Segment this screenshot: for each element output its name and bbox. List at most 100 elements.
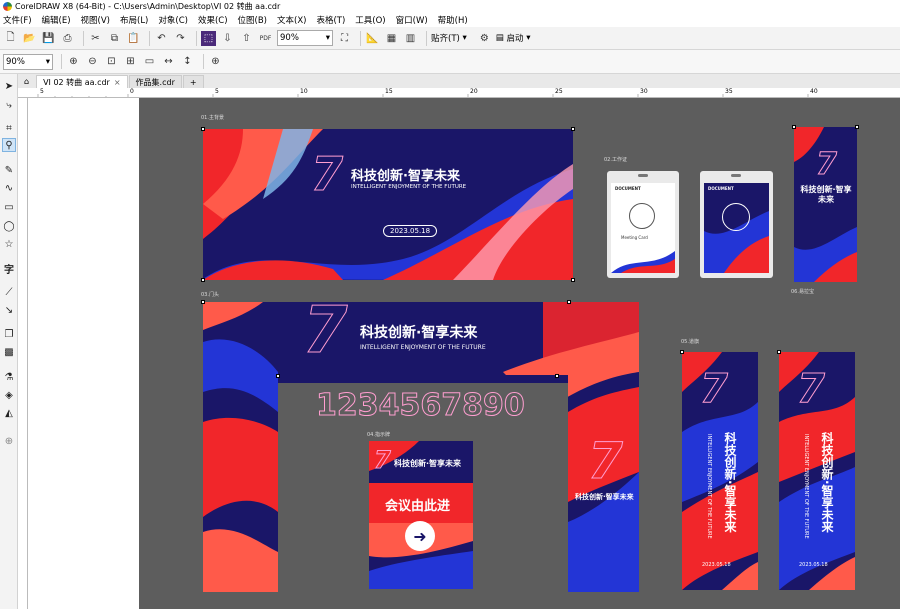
selection-handle[interactable] — [680, 350, 684, 354]
zoom-combo[interactable]: 90% ▾ — [3, 53, 53, 70]
publish-pdf-icon[interactable]: PDF — [258, 31, 273, 46]
add-icon[interactable]: ⊕ — [208, 54, 223, 69]
chevron-down-icon: ▾ — [459, 33, 467, 43]
artistic-media-icon[interactable]: ∿ — [2, 181, 16, 195]
selection-handle[interactable] — [571, 278, 575, 282]
selection-handle[interactable] — [201, 300, 205, 304]
rectangle-tool-icon[interactable]: ▭ — [2, 200, 16, 214]
add-tool-icon[interactable]: ⊕ — [2, 434, 16, 448]
search-content-icon[interactable]: ⬚ — [201, 30, 216, 46]
zoom-out-icon[interactable]: ⊖ — [85, 54, 100, 69]
headline-vertical: 科技创新·智享未来 — [820, 432, 834, 533]
shape-tool-icon[interactable]: ⤷ — [2, 98, 16, 112]
transparency-icon[interactable]: ▩ — [2, 345, 16, 359]
menu-view[interactable]: 视图(V) — [81, 14, 110, 26]
save-icon[interactable]: 💾 — [41, 31, 56, 46]
menu-help[interactable]: 帮助(H) — [438, 14, 468, 26]
artboard-roll-up[interactable]: 7 科技创新·智享未来 — [794, 127, 857, 282]
artboard-main-background[interactable]: 7 科技创新·智享未来 INTELLIGENT ENJOYMENT OF THE… — [203, 129, 573, 280]
selection-handle[interactable] — [201, 278, 205, 282]
home-icon[interactable]: ⌂ — [18, 75, 35, 88]
menu-window[interactable]: 窗口(W) — [396, 14, 428, 26]
crop-tool-icon[interactable]: ⌗ — [2, 121, 16, 135]
zoom-width-icon[interactable]: ↔ — [161, 54, 176, 69]
open-folder-icon[interactable]: 📂 — [22, 31, 37, 46]
menu-text[interactable]: 文本(X) — [277, 14, 306, 26]
import-icon[interactable]: ⇩ — [220, 31, 235, 46]
ellipse-tool-icon[interactable]: ◯ — [2, 219, 16, 233]
menu-layout[interactable]: 布局(L) — [120, 14, 148, 26]
menu-edit[interactable]: 编辑(E) — [42, 14, 71, 26]
zoom-tool-icon[interactable]: ⚲ — [2, 138, 16, 152]
subline-text: INTELLIGENT ENJOYMENT OF THE FUTURE — [351, 184, 467, 190]
badge-title: DOCUMENT — [615, 186, 641, 191]
menu-table[interactable]: 表格(T) — [316, 14, 345, 26]
zoom-height-icon[interactable]: ↕ — [180, 54, 195, 69]
selection-handle[interactable] — [777, 350, 781, 354]
interactive-fill-icon[interactable]: ◈ — [2, 388, 16, 402]
copy-icon[interactable]: ⧉ — [107, 31, 122, 46]
new-document-icon[interactable]: 🗋 — [3, 31, 18, 46]
rulers-icon[interactable]: 📐 — [365, 31, 380, 46]
horizontal-ruler[interactable]: 5 0 5 10 15 20 25 30 35 40 — [18, 88, 900, 98]
polygon-tool-icon[interactable]: ☆ — [2, 237, 16, 251]
zoom-page-icon[interactable]: ▭ — [142, 54, 157, 69]
menu-effects[interactable]: 效果(C) — [198, 14, 228, 26]
grid-icon[interactable]: ▦ — [384, 31, 399, 46]
undo-icon[interactable]: ↶ — [154, 31, 169, 46]
selection-handle[interactable] — [555, 374, 559, 378]
tab-portfolio[interactable]: 作品集.cdr — [128, 75, 182, 88]
artboard-flag-1[interactable]: 7 科技创新·智享未来 INTELLIGENT ENJOYMENT OF THE… — [682, 352, 758, 590]
print-icon[interactable]: ⎙ — [60, 31, 75, 46]
parallel-dimension-icon[interactable]: ⟋ — [2, 285, 16, 299]
tab-label: VI 02 转曲 aa.cdr — [43, 77, 110, 87]
headline-text: 科技创新·智享未来 — [360, 325, 478, 341]
smart-fill-icon[interactable]: ◭ — [2, 406, 16, 420]
artboard-sign[interactable]: 7 科技创新·智享未来 会议由此进 ➜ — [369, 441, 473, 589]
selection-handle[interactable] — [567, 300, 571, 304]
export-icon[interactable]: ⇧ — [239, 31, 254, 46]
menu-file[interactable]: 文件(F) — [3, 14, 32, 26]
full-screen-icon[interactable]: ⛶ — [337, 31, 352, 46]
window-title: CorelDRAW X8 (64-Bit) - C:\Users\Admin\D… — [15, 1, 281, 11]
freehand-tool-icon[interactable]: ✎ — [2, 163, 16, 177]
text-tool-icon[interactable]: 字 — [2, 261, 16, 276]
new-tab-button[interactable]: + — [182, 75, 204, 88]
drawing-page[interactable] — [28, 98, 139, 609]
eyedropper-icon[interactable]: ⚗ — [2, 370, 16, 384]
zoom-selected-icon[interactable]: ⊡ — [104, 54, 119, 69]
pick-tool-icon[interactable]: ➤ — [2, 79, 16, 93]
artboard-flag-2[interactable]: 7 科技创新·智享未来 INTELLIGENT ENJOYMENT OF THE… — [779, 352, 855, 590]
selection-handle[interactable] — [855, 125, 859, 129]
selection-handle[interactable] — [276, 374, 280, 378]
zoom-all-icon[interactable]: ⊞ — [123, 54, 138, 69]
chevron-down-icon: ▾ — [325, 33, 330, 43]
paste-icon[interactable]: 📋 — [126, 31, 141, 46]
menu-bitmaps[interactable]: 位图(B) — [238, 14, 267, 26]
vertical-ruler[interactable] — [18, 98, 28, 609]
drop-shadow-icon[interactable]: ❐ — [2, 327, 16, 341]
guidelines-icon[interactable]: ▥ — [403, 31, 418, 46]
menu-tools[interactable]: 工具(O) — [355, 14, 385, 26]
selection-handle[interactable] — [201, 127, 205, 131]
desktop-canvas[interactable]: 01.主背景 7 科技创新·智享未来 INTELLIGENT ENJOYMENT… — [139, 98, 900, 609]
date-badge: 2023.05.18 — [383, 225, 438, 237]
zoom-level-combo[interactable]: 90% ▾ — [277, 30, 333, 46]
cut-icon[interactable]: ✂ — [88, 31, 103, 46]
badge-name: Meeting Card — [621, 235, 648, 240]
snap-to-button[interactable]: 贴齐(T) ▾ — [431, 32, 467, 44]
arrow-right-icon: ➜ — [405, 521, 435, 551]
selection-handle[interactable] — [792, 125, 796, 129]
application-launcher-button[interactable]: ▤ 启动 ▾ — [496, 32, 531, 44]
artboard-id-card-blue[interactable]: DOCUMENT — [700, 171, 773, 278]
selection-handle[interactable] — [571, 127, 575, 131]
redo-icon[interactable]: ↷ — [173, 31, 188, 46]
options-gear-icon[interactable]: ⚙ — [477, 31, 492, 46]
tab-label: 作品集.cdr — [135, 77, 175, 87]
artboard-id-card-white[interactable]: DOCUMENT Meeting Card — [607, 171, 679, 278]
connector-tool-icon[interactable]: ↘ — [2, 303, 16, 317]
menu-object[interactable]: 对象(C) — [158, 14, 188, 26]
zoom-in-icon[interactable]: ⊕ — [66, 54, 81, 69]
tab-vi02[interactable]: VI 02 转曲 aa.cdr × — [36, 75, 128, 88]
close-icon[interactable]: × — [114, 78, 121, 87]
